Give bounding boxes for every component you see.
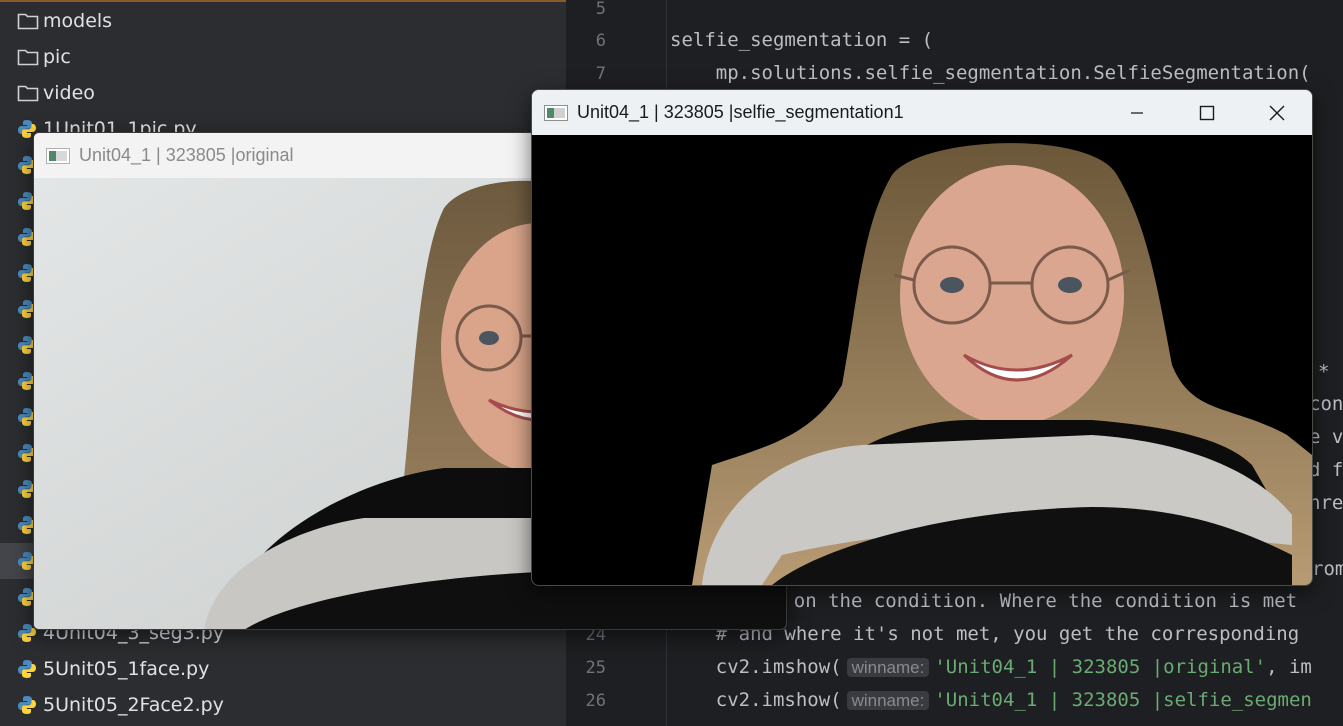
line-number: 25 — [585, 658, 606, 678]
code-line: mp.solutions.selfie_segmentation.SelfieS… — [670, 62, 1311, 84]
code-fragment: con — [1309, 393, 1343, 415]
app-icon — [544, 104, 568, 121]
line-number: 5 — [595, 0, 606, 19]
close-button[interactable] — [1242, 90, 1312, 135]
code-fragment: * — [1318, 361, 1330, 383]
tree-item-5unit05-2face2[interactable]: 5Unit05_2Face2.py — [0, 687, 566, 723]
window-title: Unit04_1 | 323805 |original — [79, 145, 294, 165]
python-file-icon — [17, 694, 39, 716]
minimize-icon — [1131, 111, 1143, 114]
window-titlebar[interactable]: Unit04_1 | 323805 |selfie_segmentation1 — [532, 90, 1312, 135]
tree-item-label: pic — [43, 46, 71, 68]
tree-item-pic[interactable]: pic — [0, 39, 566, 75]
maximize-button[interactable] — [1172, 90, 1242, 135]
code-fragment: d f — [1309, 459, 1343, 481]
line-number: 6 — [595, 31, 606, 51]
tree-item-video[interactable]: video — [0, 75, 566, 111]
code-call: cv2.imshow( — [670, 689, 842, 711]
folder-icon — [17, 46, 39, 68]
code-string: 'Unit04_1 | 323805 |selfie_segmen — [934, 689, 1312, 711]
tree-item-5unit05-1face[interactable]: 5Unit05_1face.py — [0, 651, 566, 687]
tree-item-models[interactable]: models — [0, 3, 566, 39]
code-fragment: e v — [1309, 426, 1343, 448]
app-icon — [46, 147, 70, 164]
code-rest: , im — [1266, 656, 1312, 678]
tree-item-label: 5Unit05_2Face2.py — [43, 694, 224, 716]
folder-icon — [17, 10, 39, 32]
folder-icon — [17, 82, 39, 104]
param-hint: winname: — [846, 658, 930, 677]
segmented-image — [532, 135, 1312, 585]
code-line: selfie_segmentation = ( — [670, 29, 934, 51]
tree-item-label: 5Unit05_1face.py — [43, 658, 210, 680]
code-fragment: rom — [1312, 558, 1343, 580]
window-title: Unit04_1 | 323805 |selfie_segmentation1 — [577, 102, 904, 122]
code-line: on the condition. Where the condition is… — [748, 590, 1298, 612]
tree-item-label: models — [43, 10, 113, 32]
close-icon — [1269, 105, 1285, 120]
panel-top-border — [0, 0, 566, 2]
tree-item-label: video — [43, 82, 95, 104]
line-number: 26 — [585, 691, 606, 711]
line-number: 7 — [595, 64, 606, 84]
maximize-icon — [1199, 105, 1215, 120]
code-line: cv2.imshow(winname: 'Unit04_1 | 323805 |o… — [670, 656, 1312, 678]
code-string: 'Unit04_1 | 323805 |original' — [934, 656, 1267, 678]
minimize-button[interactable] — [1102, 90, 1172, 135]
code-line: cv2.imshow(winname: 'Unit04_1 | 323805 |s… — [670, 689, 1312, 711]
code-fragment: hre — [1309, 492, 1343, 514]
segmented-video-frame — [532, 135, 1312, 585]
python-file-icon — [17, 658, 39, 680]
window-selfie-segmentation[interactable]: Unit04_1 | 323805 |selfie_segmentation1 — [531, 89, 1313, 586]
param-hint: winname: — [846, 691, 930, 710]
code-call: cv2.imshow( — [670, 656, 842, 678]
